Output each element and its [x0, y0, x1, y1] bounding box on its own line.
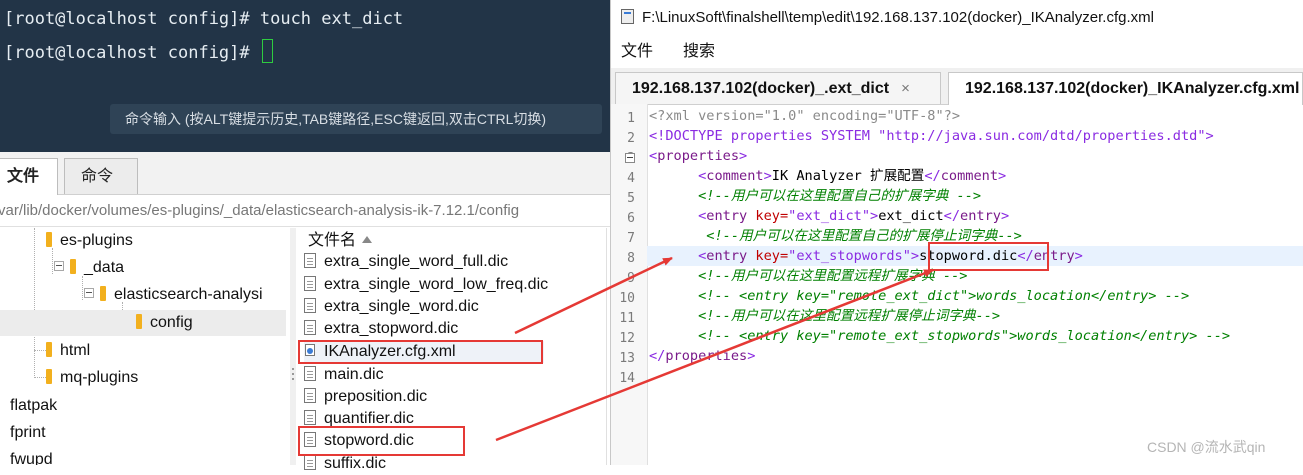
- column-divider: [606, 228, 607, 465]
- file-manager-tabs: 文件 命令: [0, 152, 610, 195]
- folder-icon: [100, 286, 106, 301]
- code-line-2: <!DOCTYPE properties SYSTEM "http://java…: [649, 128, 1214, 144]
- code-line-13: </properties>: [649, 348, 756, 364]
- file-icon: [304, 410, 316, 425]
- collapse-icon[interactable]: [54, 261, 64, 271]
- file-icon: [304, 388, 316, 403]
- directory-tree[interactable]: es-plugins _data elasticsearch-analysi c…: [0, 228, 290, 465]
- file-icon: [304, 366, 316, 381]
- tab-files[interactable]: 文件: [0, 158, 58, 195]
- code-line-4: <comment>IK Analyzer 扩展配置</comment>: [698, 168, 1007, 184]
- editor-title-bar: F:\LinuxSoft\finalshell\temp\edit\192.16…: [611, 0, 1303, 36]
- code-line-10: <!-- <entry key="remote_ext_dict">words_…: [698, 288, 1190, 304]
- menu-search[interactable]: 搜索: [683, 38, 715, 66]
- tree-item-es-plugins[interactable]: es-plugins: [46, 228, 133, 254]
- highlight-box-stopword-file: [298, 426, 465, 456]
- terminal-panel[interactable]: [root@localhost config]# touch ext_dict …: [0, 0, 610, 152]
- terminal-cursor: [261, 39, 273, 63]
- code-line-11: <!--用户可以在这里配置远程扩展停止词字典-->: [698, 308, 1001, 324]
- highlight-box-ikanalyzer: [298, 340, 543, 364]
- close-icon[interactable]: ×: [901, 73, 910, 104]
- folder-icon: [46, 342, 52, 357]
- collapse-icon[interactable]: [84, 288, 94, 298]
- watermark: CSDN @流水武qin: [1147, 439, 1266, 455]
- folder-icon: [46, 369, 52, 384]
- file-row[interactable]: extra_single_word_full.dic: [304, 251, 508, 273]
- code-line-3: <properties>: [649, 148, 748, 164]
- folder-icon: [70, 259, 76, 274]
- window-title: F:\LinuxSoft\finalshell\temp\edit\192.16…: [642, 9, 1154, 26]
- folder-icon: [46, 232, 52, 247]
- file-row[interactable]: extra_stopword.dic: [304, 318, 458, 340]
- file-row[interactable]: preposition.dic: [304, 386, 427, 408]
- tree-item-elasticsearch-analysis[interactable]: elasticsearch-analysi: [84, 282, 263, 308]
- code-line-5: <!--用户可以在这里配置自己的扩展字典 -->: [698, 188, 982, 204]
- fold-toggle-icon[interactable]: [625, 153, 635, 163]
- tree-item-config[interactable]: config: [0, 310, 286, 336]
- tab-ext-dict[interactable]: 192.168.137.102(docker)_.ext_dict ×: [615, 72, 941, 104]
- code-line-12: <!-- <entry key="remote_ext_stopwords">w…: [698, 328, 1231, 344]
- file-row[interactable]: extra_single_word.dic: [304, 296, 479, 318]
- path-text: var/lib/docker/volumes/es-plugins/_data/…: [0, 202, 520, 219]
- file-icon: [304, 455, 316, 470]
- command-input-hint[interactable]: 命令输入 (按ALT键提示历史,TAB键路径,ESC键返回,双击CTRL切换): [110, 104, 602, 134]
- menu-file[interactable]: 文件: [621, 38, 653, 66]
- tree-item-flatpak[interactable]: flatpak: [10, 393, 57, 419]
- highlight-box-stopword-entry: [928, 242, 1049, 271]
- file-row[interactable]: extra_single_word_low_freq.dic: [304, 274, 548, 296]
- file-row[interactable]: suffix.dic: [304, 453, 386, 475]
- tree-item-data[interactable]: _data: [54, 255, 124, 281]
- file-icon: [304, 253, 316, 268]
- editor-menu-bar: 文件 搜索: [611, 38, 1303, 66]
- sort-ascending-icon: [362, 236, 373, 243]
- tree-item-html[interactable]: html: [46, 338, 90, 364]
- terminal-prompt: [root@localhost config]#: [4, 43, 260, 63]
- code-line-9: <!--用户可以在这里配置远程扩展字典 -->: [698, 268, 968, 284]
- code-line-6: <entry key="ext_dict">ext_dict</entry>: [698, 208, 1010, 224]
- app-icon: [621, 9, 634, 24]
- path-bar[interactable]: var/lib/docker/volumes/es-plugins/_data/…: [0, 196, 610, 227]
- tab-ikanalyzer-cfg[interactable]: 192.168.137.102(docker)_IKAnalyzer.cfg.x…: [948, 72, 1303, 105]
- tree-item-fprint[interactable]: fprint: [10, 420, 46, 446]
- terminal-line: [root@localhost config]# touch ext_dict: [4, 9, 404, 29]
- tree-item-mq-plugins[interactable]: mq-plugins: [46, 365, 138, 391]
- file-icon: [304, 298, 316, 313]
- editor-tabs: 192.168.137.102(docker)_.ext_dict × 192.1…: [611, 68, 1303, 105]
- tree-item-fwupd[interactable]: fwupd: [10, 447, 53, 465]
- file-icon: [304, 276, 316, 291]
- code-line-1: <?xml version="1.0" encoding="UTF-8"?>: [649, 108, 960, 124]
- pane-splitter[interactable]: [290, 228, 296, 465]
- tab-commands[interactable]: 命令: [64, 158, 138, 194]
- file-row[interactable]: main.dic: [304, 364, 384, 386]
- folder-icon: [136, 314, 142, 329]
- file-icon: [304, 320, 316, 335]
